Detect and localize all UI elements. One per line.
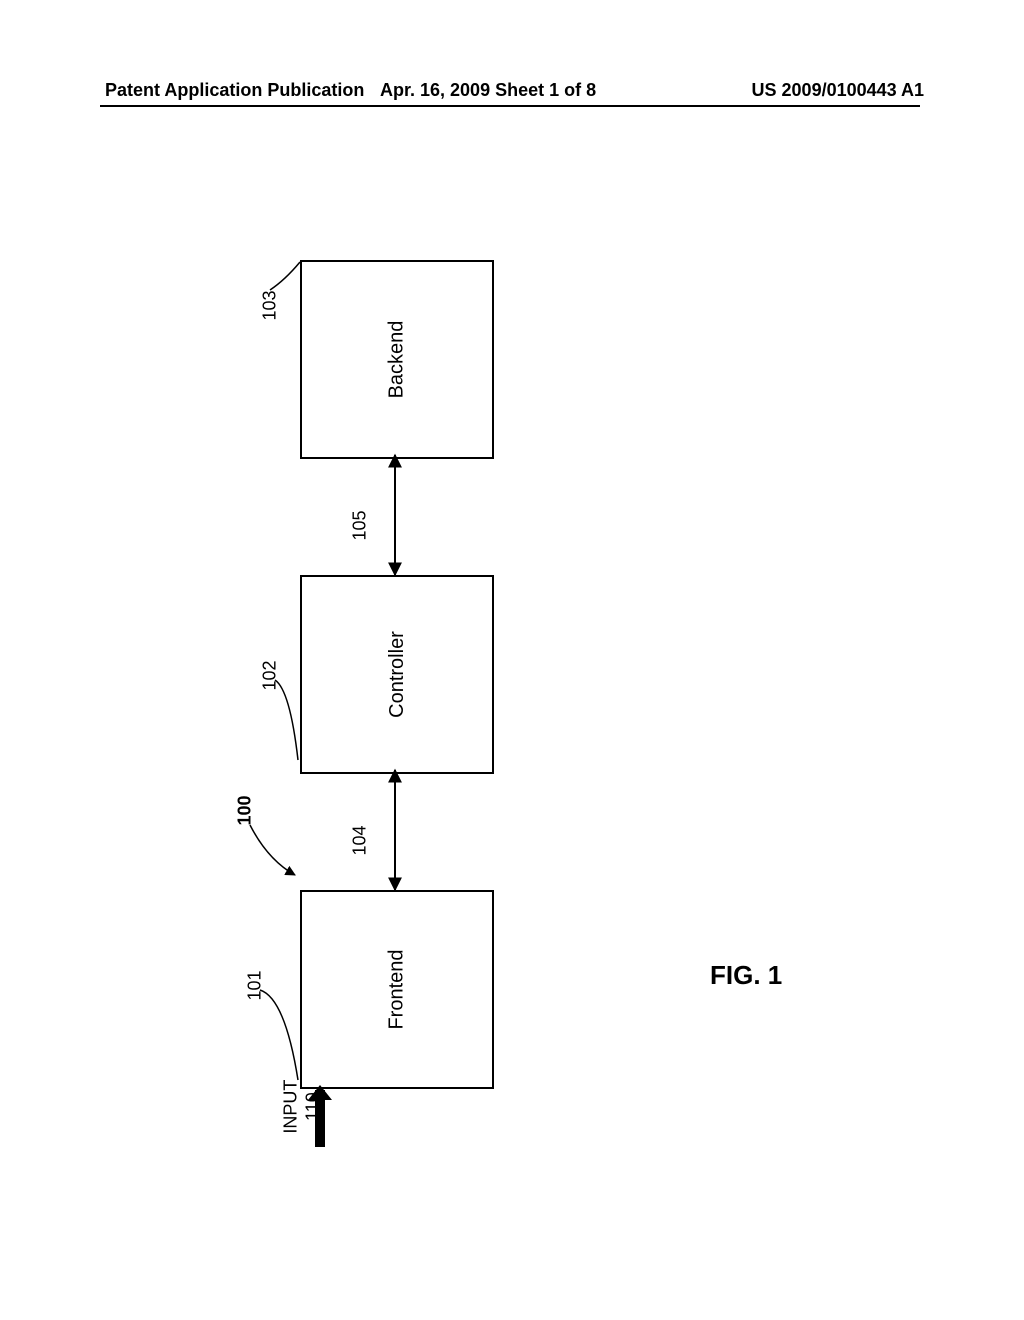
ref-backend: 103: [260, 290, 281, 320]
callout-102: [275, 680, 298, 760]
block-backend-label: Backend: [386, 321, 409, 399]
ref-system-100: 100: [235, 795, 256, 825]
block-frontend-label: Frontend: [386, 949, 409, 1029]
ref-controller: 102: [260, 660, 281, 690]
block-backend: Backend: [300, 260, 494, 459]
callout-101: [260, 990, 298, 1080]
figure-label: FIG. 1: [710, 960, 782, 991]
diagram-svg: [0, 0, 1024, 1320]
header-publication-type: Patent Application Publication: [105, 80, 364, 101]
header-rule: [100, 105, 920, 107]
input-label-ref: 110: [302, 1092, 322, 1121]
block-controller: Controller: [300, 575, 494, 774]
block-controller-label: Controller: [385, 631, 408, 718]
ref-conn-105: 105: [350, 510, 371, 540]
block-frontend: Frontend: [300, 890, 494, 1089]
callout-100: [250, 825, 295, 875]
input-label: INPUT 110: [280, 1080, 323, 1134]
ref-conn-104: 104: [350, 825, 371, 855]
input-label-text: INPUT: [280, 1080, 300, 1134]
header-pub-number: US 2009/0100443 A1: [752, 80, 924, 101]
callout-103: [270, 262, 300, 290]
header-date-sheet: Apr. 16, 2009 Sheet 1 of 8: [380, 80, 596, 101]
ref-frontend: 101: [245, 970, 266, 1000]
